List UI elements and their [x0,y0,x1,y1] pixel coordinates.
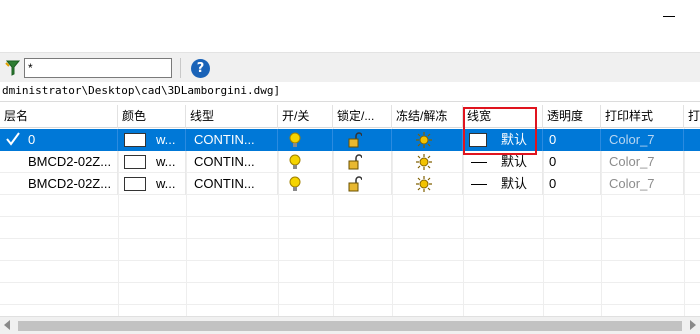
layer-freeze-cell[interactable] [392,129,463,151]
layer-linetype[interactable]: CONTIN... [186,151,278,173]
grid-line [0,304,700,305]
layer-plot-style[interactable]: Color_7 [601,129,684,151]
layer-on-off-cell[interactable] [278,173,333,195]
scrollbar-thumb[interactable] [18,321,682,331]
layer-freeze-cell[interactable] [392,151,463,173]
layer-plot-style[interactable]: Color_7 [601,151,684,173]
lineweight-line [471,184,487,185]
layer-color-label: w... [156,154,176,169]
col-header-name[interactable]: 层名 [0,105,118,128]
checkmark-icon [6,132,20,146]
lightbulb-icon[interactable] [289,132,301,148]
sun-icon[interactable] [416,154,432,170]
layer-color-label: w... [156,132,176,147]
grid-line [0,282,700,283]
color-swatch [124,155,146,169]
layer-filter-input[interactable]: * [24,58,172,78]
layer-name[interactable]: BMCD2-02Z... [28,151,118,173]
layer-lock-cell[interactable] [333,173,392,195]
lock-open-icon[interactable] [348,154,362,170]
sun-icon[interactable] [416,176,432,192]
lightbulb-icon[interactable] [289,176,301,192]
lock-open-icon[interactable] [348,132,362,148]
layer-name[interactable]: BMCD2-02Z... [28,173,118,195]
layer-freeze-cell[interactable] [392,173,463,195]
lock-open-icon[interactable] [348,176,362,192]
layer-toolbar: * ? [0,52,700,82]
layer-lineweight: 默认 [501,176,528,191]
layer-lineweight-cell[interactable]: 默认 [463,173,543,195]
layer-on-off-cell[interactable] [278,129,333,151]
color-swatch [124,133,146,147]
scroll-left-icon[interactable] [4,320,10,330]
sun-icon[interactable] [416,132,432,148]
layer-plot-cell[interactable] [684,151,700,173]
lightbulb-icon[interactable] [289,154,301,170]
layer-color-cell[interactable]: w... [118,151,186,173]
layer-on-off-cell[interactable] [278,151,333,173]
layer-name[interactable]: 0 [28,129,118,151]
layer-color-cell[interactable]: w... [118,173,186,195]
layer-grid: 层名 颜色 线型 开/关 锁定/... 冻结/解冻 线宽 透明度 打印样式 打 … [0,105,700,316]
col-header-freeze[interactable]: 冻结/解冻 [392,105,463,128]
help-icon[interactable]: ? [191,59,210,78]
toolbar-separator [180,58,181,78]
grid-line [0,260,700,261]
layer-row[interactable]: 0 w... CONTIN... 默认 0 Color_7 [0,129,700,151]
col-header-on-off[interactable]: 开/关 [278,105,333,128]
grid-line [0,238,700,239]
layer-row[interactable]: BMCD2-02Z... w... CONTIN... 默认 0 Color_7 [0,173,700,195]
layer-lock-cell[interactable] [333,151,392,173]
layer-linetype[interactable]: CONTIN... [186,173,278,195]
minimize-icon[interactable] [663,16,675,17]
filter-icon[interactable] [4,59,22,77]
window-top-area [0,0,700,52]
layer-plot-style[interactable]: Color_7 [601,173,684,195]
layer-color-label: w... [156,176,176,191]
col-header-linetype[interactable]: 线型 [186,105,278,128]
layer-transparency[interactable]: 0 [543,173,601,195]
col-header-plot[interactable]: 打 [684,105,700,128]
layer-plot-cell[interactable] [684,173,700,195]
color-swatch [124,177,146,191]
col-header-color[interactable]: 颜色 [118,105,186,128]
layer-lock-cell[interactable] [333,129,392,151]
layer-color-cell[interactable]: w... [118,129,186,151]
annotation-highlight-box [463,107,537,155]
layer-row[interactable]: BMCD2-02Z... w... CONTIN... 默认 0 Color_7 [0,151,700,173]
layer-transparency[interactable]: 0 [543,151,601,173]
drawing-path: dministrator\Desktop\cad\3DLamborgini.dw… [0,82,700,102]
scroll-right-icon[interactable] [690,320,696,330]
col-header-plot-style[interactable]: 打印样式 [601,105,684,128]
col-header-lock[interactable]: 锁定/... [333,105,392,128]
layer-linetype[interactable]: CONTIN... [186,129,278,151]
grid-header: 层名 颜色 线型 开/关 锁定/... 冻结/解冻 线宽 透明度 打印样式 打 [0,105,700,128]
layer-plot-cell[interactable] [684,129,700,151]
layer-transparency[interactable]: 0 [543,129,601,151]
lineweight-line [471,162,487,163]
horizontal-scrollbar[interactable] [0,316,700,334]
col-header-transparency[interactable]: 透明度 [543,105,601,128]
grid-line [0,216,700,217]
